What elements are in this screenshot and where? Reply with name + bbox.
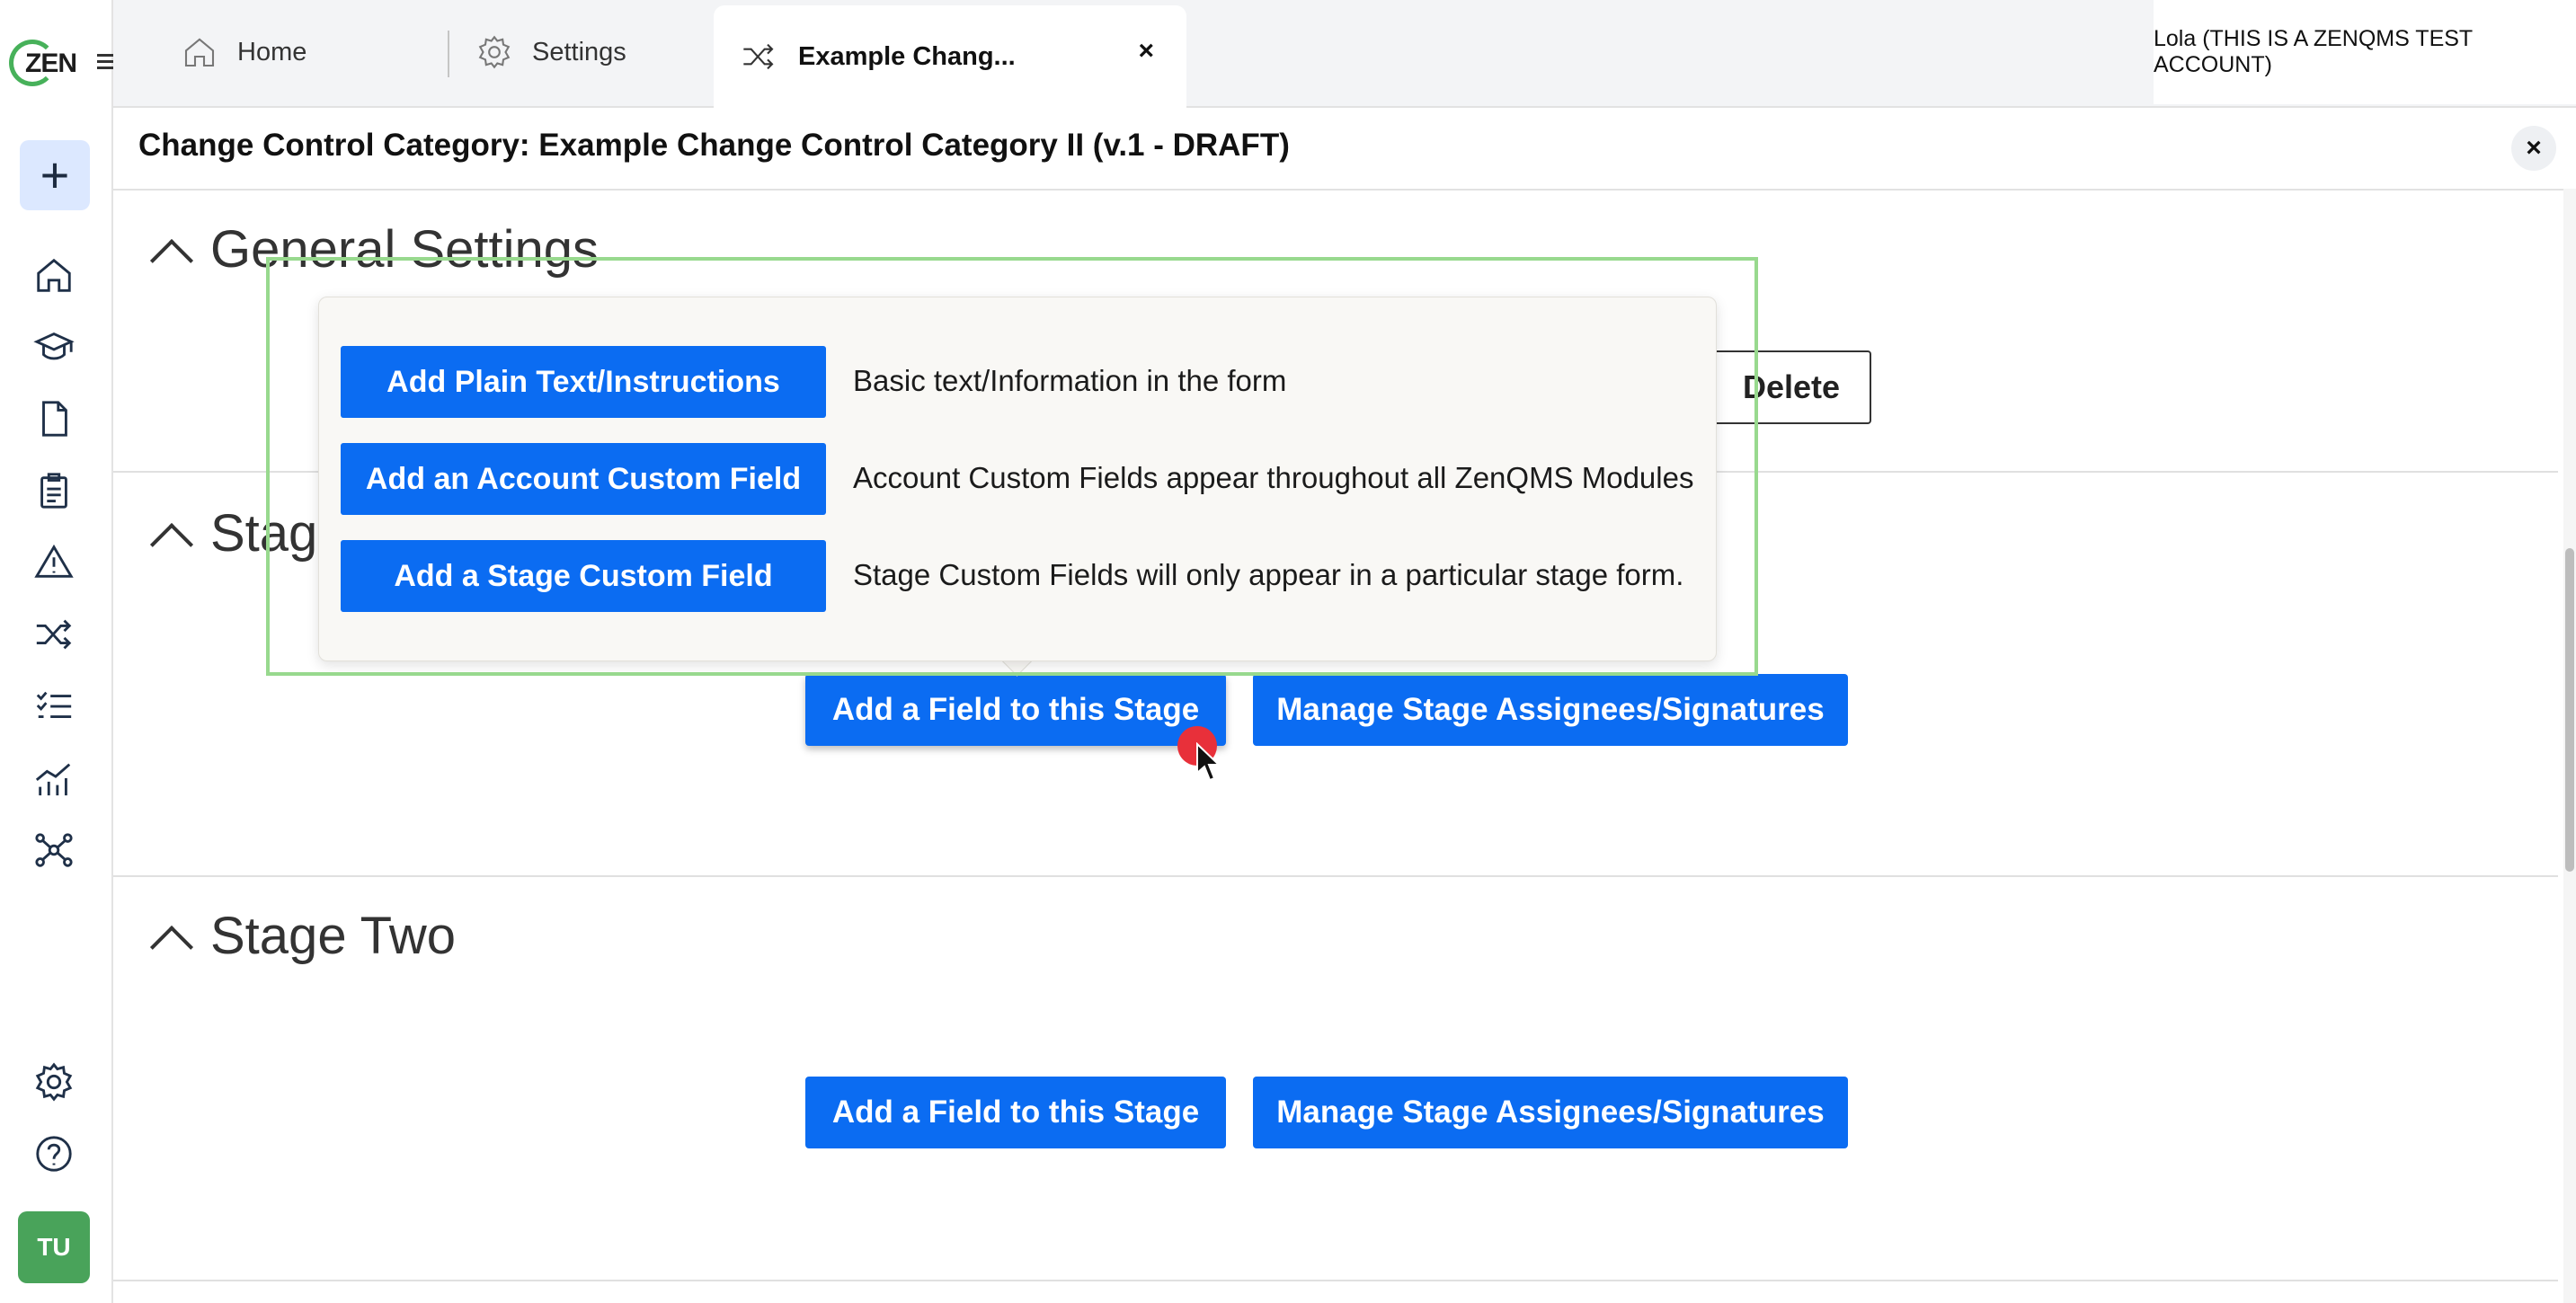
chevron-up-icon[interactable]	[149, 522, 194, 566]
shuffle-icon	[743, 43, 774, 70]
manage-stage-assignees-button[interactable]: Manage Stage Assignees/Signatures	[1253, 1077, 1848, 1148]
gear-icon[interactable]	[29, 1057, 79, 1107]
tab-divider	[448, 31, 449, 77]
warning-icon[interactable]	[29, 537, 79, 588]
page-title: Change Control Category: Example Change …	[138, 128, 1290, 163]
left-sidebar: ZEN + TU	[0, 0, 117, 1303]
close-tab-icon[interactable]: ×	[1138, 36, 1154, 66]
top-bar: Home Settings Example Chang... × Lola (T…	[113, 0, 2576, 108]
close-page-button[interactable]: ×	[2511, 126, 2556, 171]
tab-settings-label: Settings	[532, 37, 626, 66]
clipboard-icon[interactable]	[29, 465, 79, 516]
checklist-icon[interactable]	[29, 681, 79, 731]
tab-settings[interactable]: Settings	[476, 0, 626, 104]
page-header: Change Control Category: Example Change …	[113, 108, 2576, 191]
chevron-up-icon[interactable]	[149, 238, 194, 282]
document-icon[interactable]	[29, 394, 79, 444]
cursor-icon	[1196, 742, 1221, 782]
home-icon[interactable]	[29, 250, 79, 300]
network-icon[interactable]	[29, 825, 79, 875]
add-field-to-stage-button[interactable]: Add a Field to this Stage	[805, 1077, 1226, 1148]
section-title: Stage Two	[210, 907, 457, 965]
zen-logo[interactable]: ZEN	[9, 40, 77, 93]
home-icon	[184, 38, 215, 67]
avatar[interactable]: TU	[18, 1211, 90, 1283]
gear-icon	[478, 35, 511, 69]
tab-example-change[interactable]: Example Chang... ×	[714, 5, 1186, 108]
tab-home-label: Home	[237, 37, 307, 66]
tab-home[interactable]: Home	[182, 0, 306, 104]
logo-text: ZEN	[25, 49, 77, 78]
change-control-icon[interactable]	[29, 609, 79, 660]
create-new-button[interactable]: +	[20, 140, 90, 210]
section-stage-two[interactable]: Stage Two	[149, 906, 457, 969]
analytics-icon[interactable]	[29, 753, 79, 803]
highlight-box	[266, 257, 1758, 676]
help-icon[interactable]	[29, 1129, 79, 1179]
scrollbar-thumb[interactable]	[2565, 548, 2574, 872]
add-field-to-stage-button[interactable]: Add a Field to this Stage	[805, 674, 1226, 746]
tab-active-label: Example Chang...	[798, 41, 1016, 71]
section-divider	[113, 1280, 2558, 1281]
chevron-up-icon[interactable]	[149, 925, 194, 969]
manage-stage-assignees-button[interactable]: Manage Stage Assignees/Signatures	[1253, 674, 1848, 746]
section-divider	[113, 875, 2558, 877]
account-name[interactable]: Lola (THIS IS A ZENQMS TEST ACCOUNT)	[2154, 0, 2576, 104]
training-icon[interactable]	[29, 322, 79, 372]
